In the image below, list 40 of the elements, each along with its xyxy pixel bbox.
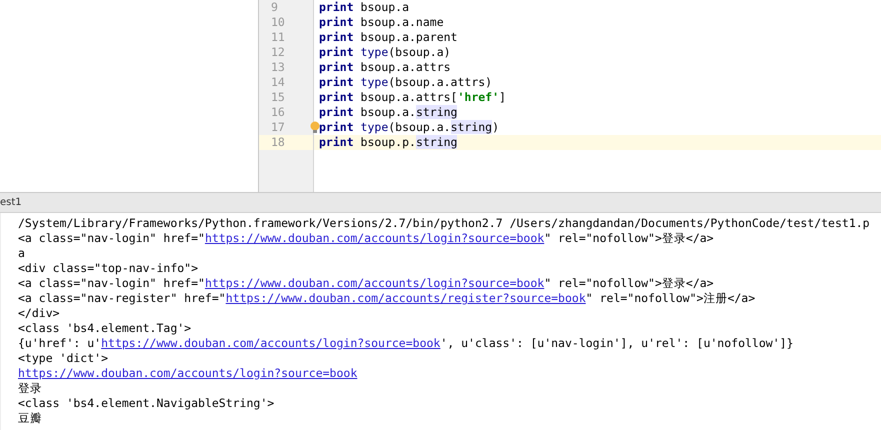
line-number: 14 <box>270 75 286 90</box>
console-line: </div> <box>18 306 61 321</box>
line-number: 16 <box>270 105 286 120</box>
console-line: <a class="nav-login" href="https://www.douban.com/accounts/login?source=book" rel="nofollow">登录</a> <box>18 231 715 246</box>
code-line: print bsoup.a <box>319 0 410 14</box>
line-number: 13 <box>270 60 286 75</box>
url-link[interactable]: https://www.douban.com/accounts/login?source=book <box>204 231 544 245</box>
line-number: 18 <box>259 135 313 150</box>
console-line: 登录 <box>18 381 43 396</box>
console-line: {u'href': u'https://www.douban.com/accounts/login?source=book', u'class': [u'nav-login'], u'rel': [u'nofollow']} <box>18 336 794 351</box>
console-line: a <box>18 246 26 261</box>
run-tab[interactable]: est1 <box>0 197 22 208</box>
url-link[interactable]: https://www.douban.com/accounts/login?source=book <box>204 276 544 290</box>
code-line: print type(bsoup.a) <box>319 45 451 59</box>
console-line: <a class="nav-login" href="https://www.douban.com/accounts/login?source=book" rel="nofollow">登录</a> <box>18 276 715 291</box>
code-line: print bsoup.a.attrs <box>319 60 451 74</box>
console-line: <class 'bs4.element.NavigableString'> <box>18 396 276 411</box>
line-number: 17 <box>270 120 286 135</box>
url-link[interactable]: https://www.douban.com/accounts/register?source=book <box>226 291 586 305</box>
lightbulb-icon[interactable] <box>310 121 320 133</box>
console-line: <a class="nav-register" href="https://www.douban.com/accounts/register?source=book" rel="nofollow">注册</a> <box>18 291 756 306</box>
line-number: 9 <box>270 0 279 15</box>
url-link[interactable]: https://www.douban.com/accounts/login?source=book <box>101 336 440 350</box>
line-number: 12 <box>270 45 286 60</box>
url-link[interactable]: https://www.douban.com/accounts/login?source=book <box>18 366 358 380</box>
line-number: 11 <box>270 30 286 45</box>
console-line: <class 'bs4.element.Tag'> <box>18 321 192 336</box>
line-number: 10 <box>270 15 286 30</box>
console-line: 豆瓣 <box>18 411 43 426</box>
code-line: print bsoup.p.string <box>319 135 458 149</box>
code-line: print bsoup.a.name <box>319 15 444 29</box>
console-line: <div class="top-nav-info"> <box>18 261 200 276</box>
code-line: print bsoup.a.parent <box>319 30 458 44</box>
code-line: print type(bsoup.a.string) <box>319 120 500 134</box>
console-line: <type 'dict'> <box>18 351 110 366</box>
console-line: /System/Library/Frameworks/Python.framework/Versions/2.7/bin/python2.7 /Users/zhangdandan/Documents/PythonCode/test/test1.p <box>18 216 871 231</box>
code-line: print bsoup.a.string <box>319 105 458 119</box>
code-line: print type(bsoup.a.attrs) <box>319 75 492 89</box>
code-line: print bsoup.a.attrs['href'] <box>319 90 506 104</box>
line-number: 15 <box>270 90 286 105</box>
